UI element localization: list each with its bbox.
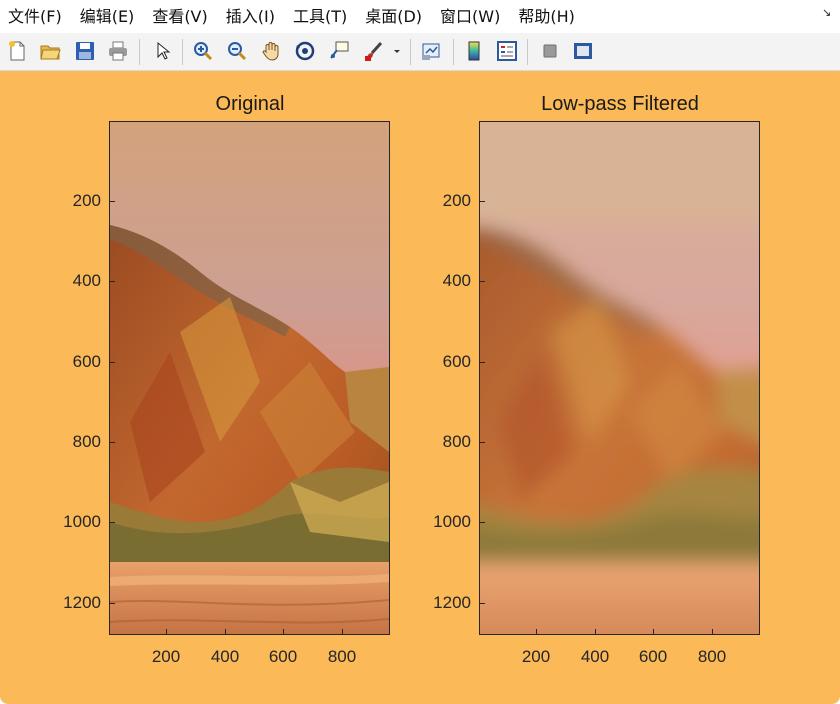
ytick-label: 1000: [433, 512, 471, 531]
toolbar-separator: [139, 39, 140, 65]
ytick-label: 400: [442, 271, 471, 290]
edit-plot-arrow-icon[interactable]: [149, 38, 175, 64]
toolbar-separator: [527, 39, 528, 65]
ytick-label: 600: [442, 352, 471, 371]
xtick-mark: [283, 629, 284, 634]
menu-edit[interactable]: 编辑(E): [71, 0, 144, 33]
ytick-mark: [480, 201, 485, 202]
axes-title-filtered: Low-pass Filtered: [541, 93, 699, 115]
ytick-label: 1000: [63, 512, 101, 531]
xtick-mark: [166, 629, 167, 634]
xtick-mark: [653, 629, 654, 634]
hide-plot-tools-icon[interactable]: [537, 38, 563, 64]
xtick-label: 600: [638, 647, 668, 666]
menu-view[interactable]: 查看(V): [143, 0, 216, 33]
ytick-mark: [480, 522, 485, 523]
ytick-label: 800: [442, 432, 471, 451]
new-figure-icon[interactable]: [4, 38, 30, 64]
xtick-mark: [536, 629, 537, 634]
original-image-plot[interactable]: [109, 121, 390, 635]
original-mountain-image: [110, 122, 389, 634]
toolbar-separator: [453, 39, 454, 65]
pan-hand-icon[interactable]: [258, 38, 284, 64]
ytick-label: 200: [442, 191, 471, 210]
menu-help[interactable]: 帮助(H): [509, 0, 584, 33]
xtick-mark: [595, 629, 596, 634]
show-plot-tools-icon[interactable]: [570, 38, 596, 64]
data-cursor-icon[interactable]: [326, 38, 352, 64]
xtick-mark: [712, 629, 713, 634]
menu-window[interactable]: 窗口(W): [431, 0, 509, 33]
xtick-mark: [342, 629, 343, 634]
filtered-image-plot[interactable]: [479, 121, 760, 635]
ytick-label: 400: [72, 271, 101, 290]
open-file-icon[interactable]: [37, 38, 63, 64]
xtick-label: 800: [697, 647, 727, 666]
xtick-label: 600: [268, 647, 298, 666]
xtick-mark: [225, 629, 226, 634]
xtick-label: 200: [151, 647, 181, 666]
dock-figure-icon[interactable]: ↘: [822, 7, 834, 19]
zoom-out-icon[interactable]: [224, 38, 250, 64]
ytick-mark: [110, 281, 115, 282]
print-icon[interactable]: [105, 38, 131, 64]
ytick-mark: [110, 603, 115, 604]
ytick-label: 600: [72, 352, 101, 371]
ytick-mark: [110, 442, 115, 443]
toolbar-separator: [410, 39, 411, 65]
xtick-label: 400: [210, 647, 240, 666]
ytick-mark: [480, 281, 485, 282]
colorbar-icon[interactable]: [461, 38, 487, 64]
link-plot-icon[interactable]: [418, 38, 444, 64]
zoom-in-icon[interactable]: [190, 38, 216, 64]
ytick-mark: [110, 522, 115, 523]
menu-desktop[interactable]: 桌面(D): [356, 0, 431, 33]
menu-tools[interactable]: 工具(T): [284, 0, 356, 33]
ytick-mark: [480, 362, 485, 363]
ytick-mark: [480, 603, 485, 604]
save-icon[interactable]: [72, 38, 98, 64]
ytick-mark: [110, 362, 115, 363]
xtick-label: 200: [521, 647, 551, 666]
legend-icon[interactable]: [494, 38, 520, 64]
menu-bar: 文件(F) 编辑(E) 查看(V) 插入(I) 工具(T) 桌面(D) 窗口(W…: [0, 0, 840, 33]
ytick-mark: [480, 442, 485, 443]
xtick-label: 800: [327, 647, 357, 666]
menu-file[interactable]: 文件(F): [0, 0, 71, 33]
ytick-label: 200: [72, 191, 101, 210]
menu-insert[interactable]: 插入(I): [217, 0, 284, 33]
xtick-label: 400: [580, 647, 610, 666]
ytick-label: 1200: [433, 593, 471, 612]
rotate-3d-icon[interactable]: [292, 38, 318, 64]
ytick-label: 800: [72, 432, 101, 451]
axes-title-original: Original: [215, 93, 285, 115]
figure-canvas: Original 200 400 600 800 1000 1200 200 4…: [0, 71, 840, 704]
lowpass-filtered-image: [480, 122, 759, 634]
ytick-mark: [110, 201, 115, 202]
brush-icon[interactable]: [361, 38, 387, 64]
figure-toolbar: [0, 33, 840, 71]
toolbar-separator: [182, 39, 183, 65]
brush-dropdown-chevron-down-icon[interactable]: [390, 38, 404, 64]
ytick-label: 1200: [63, 593, 101, 612]
